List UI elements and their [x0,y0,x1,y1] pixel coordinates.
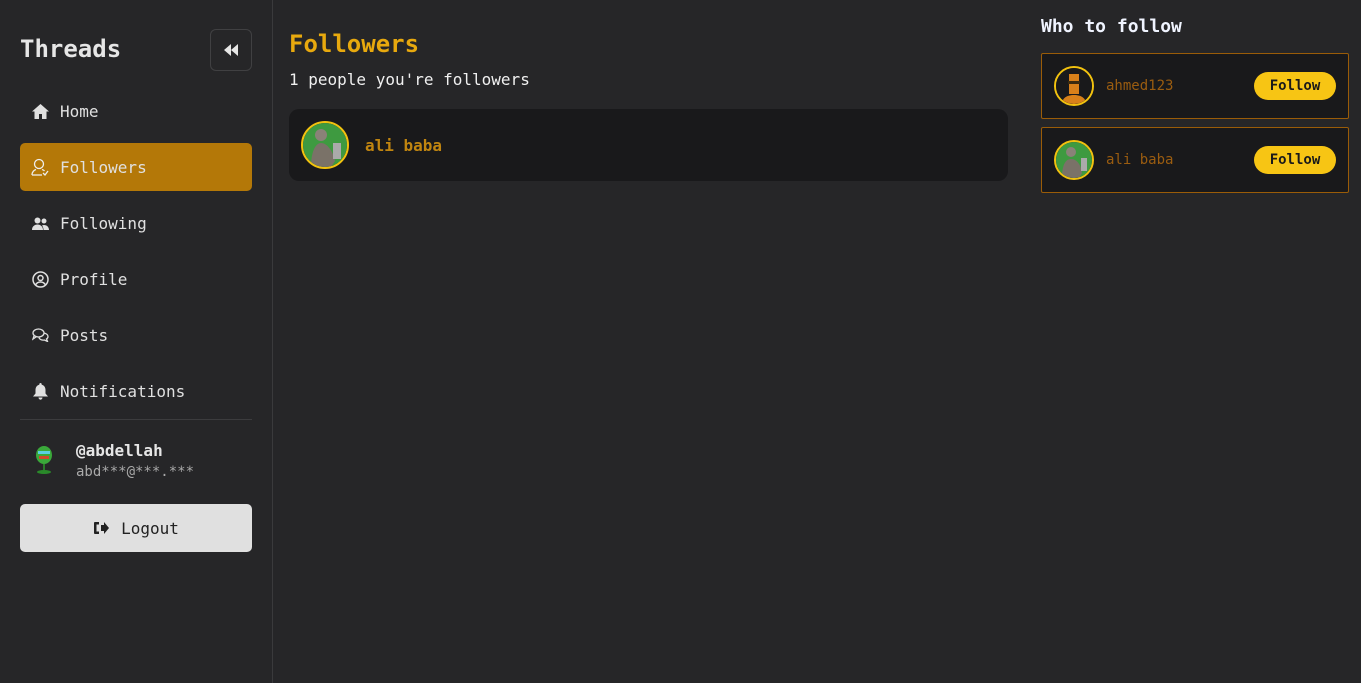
who-to-follow-panel: Who to follow ahmed123 Follow ali baba F… [1025,0,1361,683]
page-title: Followers [289,30,420,58]
main-content: Followers 1 people you're followers ali … [273,0,1025,683]
logout-button[interactable]: Logout [20,504,252,552]
double-chevron-left-icon [224,44,238,56]
suggestion-avatar [1054,140,1094,180]
followers-count: 1 people you're followers [289,70,530,89]
follower-avatar [301,121,349,169]
sidebar-item-following[interactable]: Following [20,199,252,247]
bell-icon [31,382,49,400]
sidebar-nav: Home Followers Following Profile Posts N… [20,87,252,423]
sidebar-divider [20,419,252,420]
who-to-follow-title: Who to follow [1041,16,1182,37]
suggestion-card: ahmed123 Follow [1041,53,1349,119]
logout-icon [94,522,110,534]
users-icon [31,214,49,232]
sidebar-item-followers[interactable]: Followers [20,143,252,191]
sidebar-item-label: Posts [60,325,109,345]
sidebar-item-label: Following [60,213,147,233]
sidebar-item-profile[interactable]: Profile [20,255,252,303]
sidebar-item-label: Followers [60,157,147,177]
chat-bubbles-icon [31,326,49,344]
suggestion-avatar [1054,66,1094,106]
sidebar-item-label: Home [60,101,99,121]
sidebar: Threads Home Followers Following Profile… [0,0,273,683]
sidebar-item-label: Profile [60,269,128,289]
user-avatar [20,436,68,484]
follow-button[interactable]: Follow [1254,72,1336,100]
follow-button[interactable]: Follow [1254,146,1336,174]
brand-title: Threads [20,35,122,63]
follower-name[interactable]: ali baba [365,136,442,155]
suggestion-name[interactable]: ahmed123 [1106,78,1173,94]
suggestion-name[interactable]: ali baba [1106,152,1173,168]
sidebar-item-notifications[interactable]: Notifications [20,367,252,415]
sidebar-item-label: Notifications [60,381,186,401]
user-email: abd***@***.*** [76,463,195,480]
suggestion-card: ali baba Follow [1041,127,1349,193]
user-circle-icon [31,270,49,288]
sidebar-item-posts[interactable]: Posts [20,311,252,359]
user-check-icon [31,158,49,176]
user-handle: @abdellah [76,440,163,460]
logout-label: Logout [121,518,179,538]
current-user: @abdellah abd***@***.*** [20,436,194,484]
follower-card[interactable]: ali baba [289,109,1008,181]
home-icon [31,102,49,120]
sidebar-item-home[interactable]: Home [20,87,252,135]
collapse-sidebar-button[interactable] [210,29,252,71]
